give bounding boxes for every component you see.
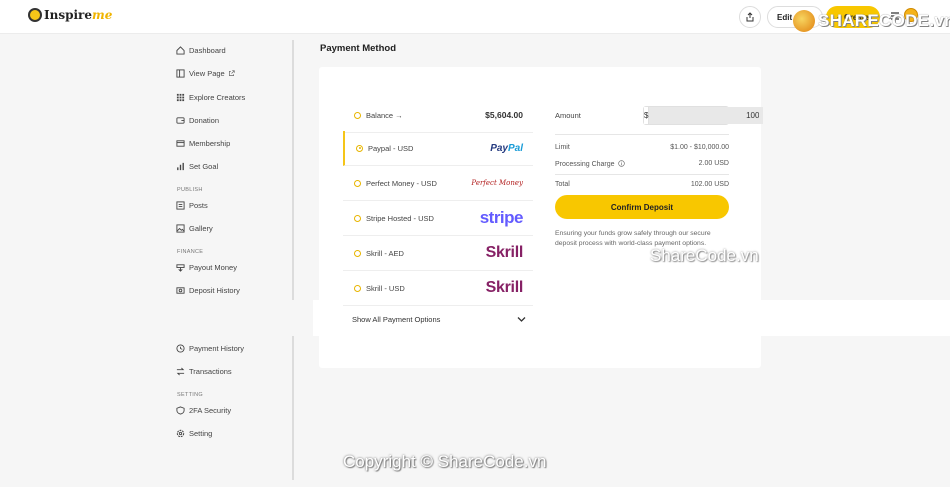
divider [555,134,729,135]
sidebar-divider [292,40,294,300]
deposit-icon [176,287,185,294]
watermark-text: ShareCode.vn [650,246,759,265]
gear-icon [176,429,185,438]
limit-row: Limit $1.00 - $10,000.00 [555,144,729,151]
image-icon [176,224,185,233]
radio-skrill-aed[interactable] [354,249,361,257]
section-title-setting: SETTING [177,392,203,398]
balance-amount: $5,604.00 [485,110,523,120]
card-icon [176,140,185,147]
radio-stripe-hosted-usd[interactable] [354,214,361,222]
section-title-publish: PUBLISH [177,187,203,193]
payment-option-paypal-usd[interactable]: Paypal - USD PayPal [343,131,533,166]
sidebar-item-deposit-history[interactable]: Deposit History [176,286,240,295]
sidebar-item-view-page[interactable]: View Page [176,69,239,78]
sidebar-item-dashboard[interactable]: Dashboard [176,46,226,55]
payment-option-label: Perfect Money - USD [366,178,437,188]
page-title: Payment Method [320,43,397,54]
shield-icon [176,406,185,415]
logo-mark-icon [28,8,42,22]
posts-icon [176,201,185,210]
section-title-finance: FINANCE [177,249,204,255]
sidebar-item-set-goal[interactable]: Set Goal [176,162,218,171]
share-button[interactable] [739,6,761,28]
payment-option-perfect-money-usd[interactable]: Perfect Money - USD Perfect Money [343,166,533,201]
payment-option-stripe-hosted-usd[interactable]: Stripe Hosted - USD stripe [343,201,533,236]
paypal-logo-icon: PayPal [490,142,523,154]
sidebar-divider-lower [292,336,294,480]
show-all-payment-options[interactable]: Show All Payment Options [352,315,440,324]
logo-text: Inspireme [44,8,113,22]
external-link-icon [228,70,235,76]
total-value: 102.00 USD [690,181,729,188]
skrill-logo-icon: Skrill [485,244,524,261]
payout-icon [176,264,185,272]
radio-paypal-usd[interactable] [356,144,363,152]
payment-option-label: Skrill - USD [366,283,405,293]
sidebar-item-donation[interactable]: Donation [176,116,219,125]
limit-label: Limit [555,144,570,151]
sharecode-logo-icon [793,10,815,32]
radio-perfect-money-usd[interactable] [354,179,361,187]
processing-charge-label: Processing Charge [555,160,626,168]
sidebar-item-setting[interactable]: Setting [176,429,212,438]
home-icon [176,46,185,55]
divider [555,174,729,175]
sidebar-item-posts[interactable]: Posts [176,201,208,210]
stripe-logo-icon: stripe [479,208,524,227]
transactions-icon [176,367,185,376]
payment-option-label: Skrill - AED [366,248,404,258]
processing-charge-row: Processing Charge 2.00 USD [555,160,729,168]
skrill-logo-icon: Skrill [485,279,524,296]
sidebar-item-payout-money[interactable]: Payout Money [176,263,237,272]
perfect-money-logo-icon: Perfect Money [471,179,523,187]
total-row: Total 102.00 USD [555,181,729,188]
amount-label: Amount [555,111,581,120]
payment-option-balance[interactable]: Balance → $5,604.00 [343,98,533,133]
chevron-down-icon[interactable] [517,316,526,323]
payment-option-label: Stripe Hosted - USD [366,213,434,223]
amount-input[interactable] [649,107,764,124]
chart-icon [177,162,184,171]
limit-value: $1.00 - $10,000.00 [670,144,729,151]
radio-skrill-usd[interactable] [354,284,361,292]
info-icon[interactable] [618,160,626,167]
sidebar-item-payment-history[interactable]: Payment History [176,344,244,353]
share-icon [746,12,754,22]
payment-option-skrill-usd[interactable]: Skrill - USD Skrill [343,271,533,306]
sidebar-item-explore-creators[interactable]: Explore Creators [176,93,245,102]
grid-icon [176,93,185,102]
watermark-copyright: Copyright © ShareCode.vn [343,452,547,471]
watermark-badge: SHARECODE.vn [793,10,950,32]
logo[interactable]: Inspireme [28,8,112,22]
payment-option-label: Paypal - USD [368,143,414,153]
history-icon [176,344,185,353]
payment-option-skrill-aed[interactable]: Skrill - AED Skrill [343,236,533,271]
wallet-icon [176,117,185,124]
processing-charge-value: 2.00 USD [698,160,729,167]
payment-option-label: Balance → [366,110,403,120]
sidebar-item-membership[interactable]: Membership [176,139,230,148]
layout-icon [176,69,185,78]
sidebar-item-transactions[interactable]: Transactions [176,367,232,376]
radio-balance[interactable] [354,111,361,119]
confirm-deposit-button[interactable]: Confirm Deposit [555,195,729,219]
amount-field: $ [643,106,764,125]
sidebar-item-2fa-security[interactable]: 2FA Security [176,406,231,415]
total-label: Total [555,181,570,188]
sidebar-item-gallery[interactable]: Gallery [176,224,213,233]
